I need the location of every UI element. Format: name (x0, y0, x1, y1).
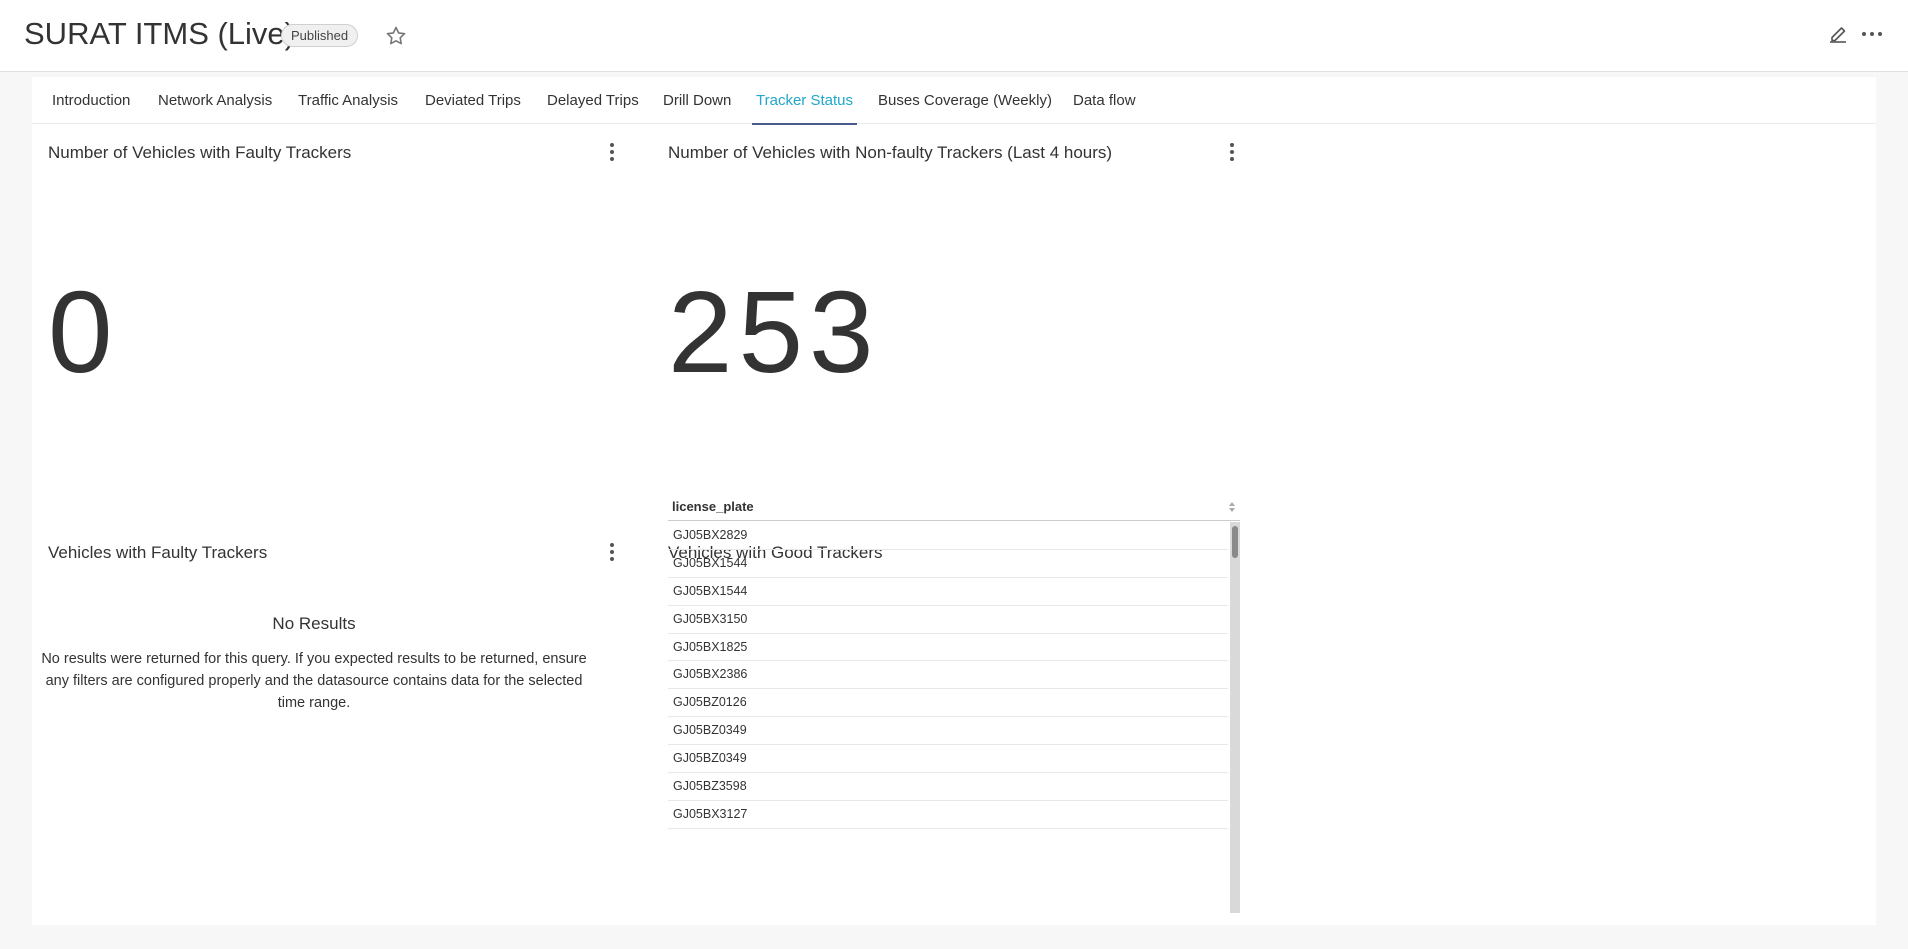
column-header-label: license_plate (672, 499, 754, 514)
faulty-table-title: Vehicles with Faulty Trackers (48, 543, 268, 562)
tab-deviated-trips[interactable]: Deviated Trips (425, 77, 521, 124)
table-row[interactable]: GJ05BZ0349 (668, 717, 1228, 746)
good-trackers-table: license_plate GJ05BX2829 GJ05BX1544 GJ05… (668, 493, 1240, 913)
no-results-text: No results were returned for this query.… (41, 651, 587, 711)
tab-network-analysis[interactable]: Network Analysis (158, 77, 272, 124)
table-row[interactable]: GJ05BX2386 (668, 661, 1228, 690)
tab-delayed-trips[interactable]: Delayed Trips (547, 77, 639, 124)
star-icon[interactable] (384, 24, 408, 48)
tab-tracker-status[interactable]: Tracker Status (752, 77, 857, 125)
faulty-count-value: 0 (48, 267, 113, 397)
faulty-count-menu-icon[interactable] (604, 140, 620, 164)
scrollbar-thumb[interactable] (1232, 526, 1238, 558)
table-row[interactable]: GJ05BX1544 (668, 550, 1228, 578)
tab-bar: Introduction Network Analysis Traffic An… (32, 77, 1876, 125)
table-scrollbar[interactable] (1230, 522, 1240, 913)
faulty-count-title: Number of Vehicles with Faulty Trackers (48, 143, 352, 162)
column-header-license-plate[interactable]: license_plate (668, 493, 1240, 521)
table-row[interactable]: GJ05BX1825 (668, 634, 1228, 662)
edit-icon[interactable] (1826, 22, 1850, 46)
dashboard-header: SURAT ITMS (Live) Published (0, 0, 1908, 72)
table-row[interactable]: GJ05BX3127 (668, 801, 1228, 829)
dashboard-title: SURAT ITMS (Live) (24, 16, 295, 51)
no-results-title: No Results (272, 614, 356, 633)
table-row[interactable]: GJ05BZ3598 (668, 773, 1228, 801)
tab-data-flow[interactable]: Data flow (1073, 77, 1136, 124)
nonfaulty-count-menu-icon[interactable] (1224, 140, 1240, 164)
table-row[interactable]: GJ05BX2829 (668, 522, 1228, 550)
tab-buses-coverage-weekly[interactable]: Buses Coverage (Weekly) (878, 77, 1052, 124)
no-results-message: No Results No results were returned for … (40, 614, 588, 714)
table-row[interactable]: GJ05BX1544 (668, 578, 1228, 606)
status-badge: Published (281, 24, 359, 47)
table-row[interactable]: GJ05BZ0349 (668, 745, 1228, 774)
tab-introduction[interactable]: Introduction (52, 77, 130, 124)
nonfaulty-count-title: Number of Vehicles with Non-faulty Track… (668, 143, 1113, 162)
tab-traffic-analysis[interactable]: Traffic Analysis (298, 77, 398, 124)
more-icon[interactable] (1859, 22, 1885, 46)
table-row[interactable]: GJ05BX3150 (668, 606, 1228, 634)
faulty-table-menu-icon[interactable] (604, 540, 620, 564)
sort-icon[interactable] (1228, 501, 1236, 513)
nonfaulty-count-value: 253 (668, 267, 880, 397)
tab-drill-down[interactable]: Drill Down (663, 77, 731, 124)
table-rows: GJ05BX2829 GJ05BX1544 GJ05BX1544 GJ05BX3… (668, 522, 1228, 829)
table-row[interactable]: GJ05BZ0126 (668, 689, 1228, 718)
